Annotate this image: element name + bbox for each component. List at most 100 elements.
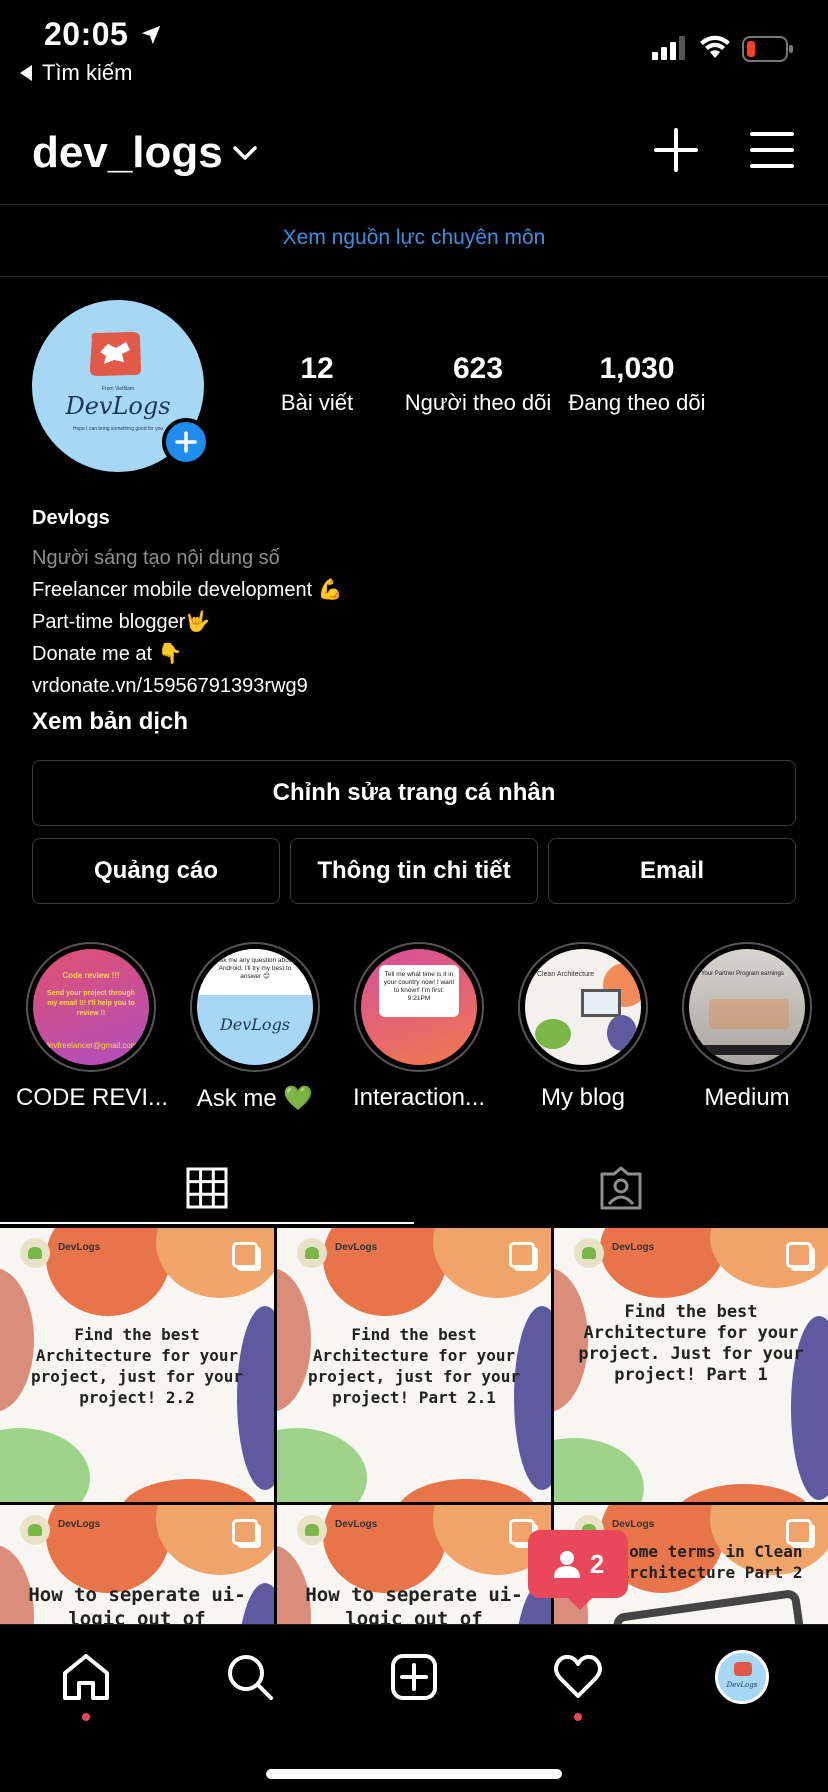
stat-following-value: 1,030 — [599, 352, 675, 385]
bio-line: Part-time blogger🤟 — [32, 611, 211, 633]
bio-line: Freelancer mobile development 💪 — [32, 579, 343, 601]
cellular-signal-icon — [652, 36, 685, 60]
back-to-search-link[interactable]: Tìm kiếm — [20, 60, 132, 86]
android-logo-icon — [574, 1238, 604, 1268]
highlight-label: Ask me 💚 — [196, 1085, 314, 1112]
hamburger-menu-icon[interactable] — [748, 128, 796, 172]
follow-requests-notification[interactable]: 2 — [528, 1530, 628, 1610]
highlight-ring: Ask me any question about Android, I'll … — [190, 942, 320, 1072]
profile-avatar-icon: DevLogs — [715, 1650, 769, 1704]
tagged-person-icon — [600, 1166, 642, 1210]
profile-bio: Devlogs Người sáng tạo nội dung số Freel… — [32, 506, 343, 736]
highlight-preview-title: Code review !!! — [62, 971, 120, 980]
highlight-preview-title: Your Partner Program earnings — [701, 971, 784, 977]
post-tile[interactable]: DevLogs Find the best Architecture for y… — [554, 1228, 828, 1502]
profile-avatar-brand: DevLogs — [726, 1681, 758, 1689]
nav-activity[interactable] — [548, 1647, 608, 1707]
promotions-button[interactable]: Quảng cáo — [32, 838, 280, 904]
highlight-cover: Code review !!! Send your project throug… — [33, 949, 149, 1065]
nav-create[interactable] — [384, 1647, 444, 1707]
android-logo-icon — [20, 1515, 50, 1545]
add-post-icon — [391, 1654, 437, 1700]
post-brand: DevLogs — [58, 1519, 101, 1530]
post-brand: DevLogs — [612, 1242, 655, 1253]
username-title: dev_logs — [32, 128, 223, 177]
highlight-ask-me[interactable]: Ask me any question about Android, I'll … — [180, 942, 330, 1113]
highlight-preview-text: DevLogs — [219, 1015, 291, 1034]
home-activity-dot — [82, 1713, 90, 1721]
back-search-label: Tìm kiếm — [42, 60, 133, 85]
active-tab-indicator — [0, 1222, 414, 1224]
highlight-cover: Ask me any question about Android, I'll … — [197, 949, 313, 1065]
profile-avatar[interactable]: From VietNam DevLogs Hope I can bring so… — [32, 300, 210, 472]
stat-posts-value: 12 — [300, 352, 334, 385]
new-post-plus-icon[interactable] — [652, 126, 700, 174]
tab-posts-grid[interactable] — [0, 1150, 414, 1226]
activity-dot — [574, 1713, 582, 1721]
back-arrow-icon — [20, 65, 32, 81]
person-icon — [553, 1551, 580, 1578]
highlight-code-review[interactable]: Code review !!! Send your project throug… — [16, 942, 166, 1112]
wifi-icon — [700, 35, 730, 58]
carousel-icon — [786, 1242, 812, 1268]
profile-header: dev_logs — [0, 108, 828, 204]
post-brand: DevLogs — [612, 1519, 655, 1530]
location-arrow-icon — [141, 25, 161, 45]
divider — [0, 276, 828, 277]
stat-posts-label: Bài viết — [280, 390, 354, 415]
post-tile[interactable]: DevLogs Find the best Architecture for y… — [277, 1228, 551, 1502]
avatar-brand: DevLogs — [65, 392, 171, 420]
chevron-down-icon — [233, 146, 257, 160]
android-logo-icon — [297, 1238, 327, 1268]
nav-search[interactable] — [220, 1647, 280, 1707]
highlight-ring: Clean Architecture — [518, 942, 648, 1072]
highlight-interaction[interactable]: Tell me what time is it in your country … — [344, 942, 494, 1112]
post-title: Some terms in Clean Architecture Part 2 — [619, 1542, 803, 1582]
battery-low-icon — [742, 36, 793, 62]
professional-dashboard-link[interactable]: Xem nguồn lực chuyên môn — [0, 206, 828, 276]
post-title: Find the best Architecture for your proj… — [308, 1325, 520, 1407]
highlight-label: Interaction... — [352, 1084, 486, 1111]
stat-posts[interactable]: 12 Bài viết — [262, 352, 372, 416]
display-name: Devlogs — [32, 507, 110, 529]
account-switcher[interactable]: dev_logs — [32, 128, 259, 178]
nav-profile[interactable]: DevLogs — [712, 1647, 772, 1707]
bio-link[interactable]: vrdonate.vn/15956791393rwg9 — [32, 670, 343, 702]
insights-button[interactable]: Thông tin chi tiết — [290, 838, 538, 904]
highlight-label: Medium — [704, 1084, 790, 1111]
carousel-icon — [232, 1519, 258, 1545]
post-title: Find the best Architecture for your proj… — [578, 1302, 804, 1385]
post-tile[interactable]: DevLogs Find the best Architecture for y… — [0, 1228, 274, 1502]
plus-icon — [175, 431, 197, 453]
carousel-icon — [509, 1242, 535, 1268]
home-icon — [63, 1654, 109, 1700]
category-label: Người sáng tạo nội dung số — [32, 547, 280, 569]
highlight-medium[interactable]: Your Partner Program earnings Medium — [672, 942, 822, 1112]
nav-home[interactable] — [56, 1647, 116, 1707]
stat-followers[interactable]: 623 Người theo dõi — [398, 352, 558, 416]
status-bar: 20:05 Tìm kiếm — [0, 0, 828, 96]
add-story-button[interactable] — [162, 418, 210, 466]
home-indicator — [266, 1769, 562, 1779]
highlight-preview-title: Clean Architecture — [537, 971, 595, 978]
highlight-cover: Clean Architecture — [525, 949, 641, 1065]
tab-tagged[interactable] — [414, 1150, 828, 1226]
devlogs-logo-icon — [89, 332, 142, 376]
search-icon — [228, 1655, 273, 1700]
post-brand: DevLogs — [58, 1242, 101, 1253]
android-logo-icon — [297, 1515, 327, 1545]
highlight-ring: Code review !!! Send your project throug… — [26, 942, 156, 1072]
email-button[interactable]: Email — [548, 838, 796, 904]
highlight-my-blog[interactable]: Clean Architecture My blog — [508, 942, 658, 1112]
highlight-preview-title: Tell me what time is it in your country … — [383, 971, 455, 1002]
highlight-ring: Your Partner Program earnings — [682, 942, 812, 1072]
highlight-preview-text: Send your project through my email !!! I… — [47, 990, 135, 1017]
edit-profile-button[interactable]: Chỉnh sửa trang cá nhân — [32, 760, 796, 826]
bottom-navigation: DevLogs — [0, 1624, 828, 1792]
post-title: Find the best Architecture for your proj… — [31, 1325, 243, 1407]
stat-followers-label: Người theo dõi — [404, 390, 552, 415]
stat-followers-value: 623 — [452, 352, 504, 385]
android-logo-icon — [20, 1238, 50, 1268]
stat-following[interactable]: 1,030 Đang theo dõi — [562, 352, 712, 416]
see-translation-link[interactable]: Xem bản dịch — [32, 708, 343, 736]
